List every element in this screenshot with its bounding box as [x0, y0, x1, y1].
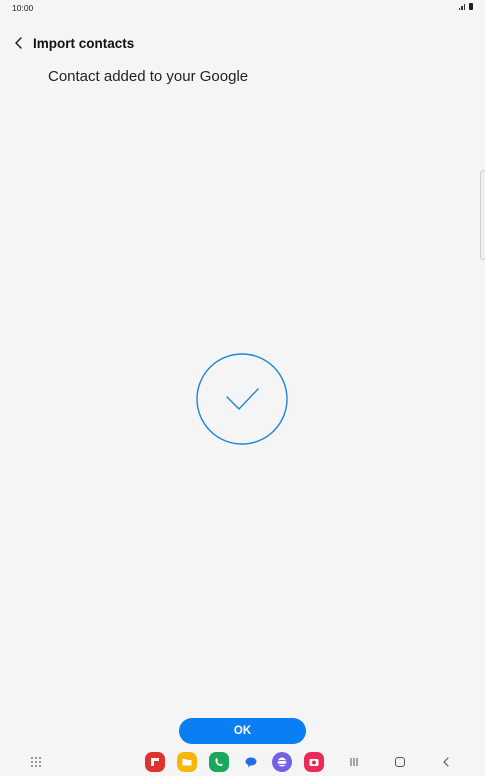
- recents-button[interactable]: [346, 754, 362, 770]
- files-icon[interactable]: [177, 752, 197, 772]
- camera-glyph-icon: [309, 759, 319, 766]
- flipboard-icon[interactable]: [145, 752, 165, 772]
- navigation-bar: [0, 748, 485, 776]
- signal-icon: [459, 3, 465, 10]
- camera-icon[interactable]: [304, 752, 324, 772]
- checkmark-circle-icon: [196, 353, 288, 445]
- back-icon: [443, 757, 449, 767]
- status-time: 10:00: [12, 3, 34, 13]
- apps-grid-icon[interactable]: [30, 756, 42, 768]
- handset-glyph-icon: [215, 758, 223, 766]
- status-bar: 10:00: [0, 0, 485, 16]
- planet-glyph-icon: [275, 757, 289, 767]
- chat-bubble-glyph-icon: [245, 757, 257, 768]
- edge-panel-handle[interactable]: [480, 170, 485, 260]
- messages-icon[interactable]: [241, 752, 261, 772]
- battery-icon: [469, 3, 473, 10]
- nav-back-button[interactable]: [438, 754, 454, 770]
- app-header: Import contacts: [0, 30, 485, 58]
- phone-icon[interactable]: [209, 752, 229, 772]
- status-message: Contact added to your Google: [48, 68, 249, 85]
- flipboard-glyph-icon: [151, 758, 159, 766]
- home-icon: [395, 757, 405, 767]
- home-button[interactable]: [392, 754, 408, 770]
- status-icons: [459, 3, 473, 10]
- internet-icon[interactable]: [272, 752, 292, 772]
- recents-icon: [350, 758, 358, 766]
- ok-button[interactable]: OK: [179, 718, 306, 744]
- page-title: Import contacts: [33, 36, 135, 51]
- back-button[interactable]: [10, 34, 28, 52]
- folder-glyph-icon: [182, 759, 192, 766]
- chevron-left-icon: [15, 37, 22, 49]
